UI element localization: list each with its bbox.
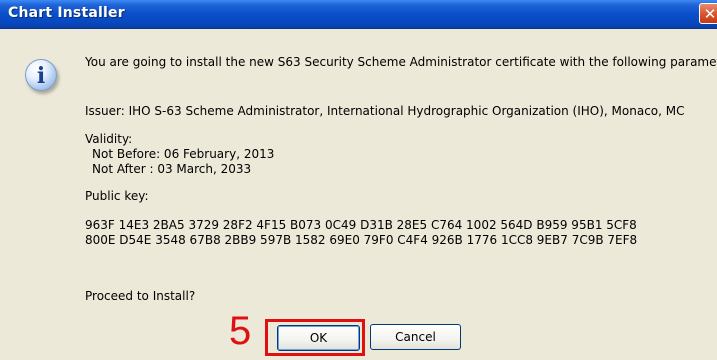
public-key-line-1: 963F 14E3 2BA5 3729 28F2 4F15 B073 0C49 … bbox=[85, 218, 637, 232]
issuer-text: Issuer: IHO S-63 Scheme Administrator, I… bbox=[85, 104, 685, 118]
validity-label: Validity: bbox=[85, 132, 133, 146]
chart-installer-dialog: Chart Installer ✕ You are going to insta… bbox=[0, 0, 717, 360]
public-key-line-2: 800E D54E 3548 67B8 2BB9 597B 1582 69E0 … bbox=[85, 233, 638, 247]
cancel-button[interactable]: Cancel bbox=[370, 324, 461, 350]
not-after-text: Not After : 03 March, 2033 bbox=[92, 162, 252, 176]
info-icon bbox=[25, 59, 57, 91]
title-bar[interactable]: Chart Installer ✕ bbox=[0, 0, 717, 29]
not-before-text: Not Before: 06 February, 2013 bbox=[92, 147, 275, 161]
step-number-label: 5 bbox=[229, 309, 252, 353]
step-highlight-box bbox=[265, 319, 365, 356]
public-key-label: Public key: bbox=[85, 189, 149, 203]
close-button[interactable]: ✕ bbox=[699, 3, 717, 24]
window-title: Chart Installer bbox=[8, 5, 125, 21]
proceed-prompt: Proceed to Install? bbox=[85, 289, 196, 303]
intro-text: You are going to install the new S63 Sec… bbox=[85, 55, 717, 69]
